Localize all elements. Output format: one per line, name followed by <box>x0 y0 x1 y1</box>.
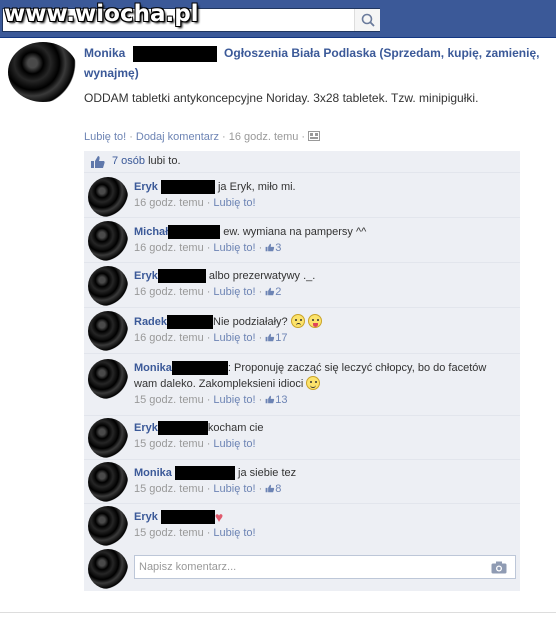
my-avatar <box>88 549 128 589</box>
comment-input[interactable]: Napisz komentarz... <box>134 555 516 579</box>
thumbs-up-icon <box>265 287 275 296</box>
commenter-avatar[interactable] <box>88 221 128 261</box>
comment-item: Eryk kocham cie 15 godz. temu · Lubię to! <box>84 416 520 460</box>
comment-text: ja siebie tez <box>238 467 297 479</box>
thumbs-up-icon <box>265 243 275 252</box>
post-text: ODDAM tabletki antykoncepcyjne Noriday. … <box>84 91 479 105</box>
commenter-avatar[interactable] <box>88 462 128 502</box>
post-actions: Lubię to! · Dodaj komentarz · 16 godz. temu · <box>84 131 321 143</box>
thumbs-up-icon <box>265 484 275 493</box>
comment-like-link[interactable]: Lubię to! <box>213 332 255 344</box>
comment-timestamp[interactable]: 15 godz. temu <box>134 394 204 406</box>
camera-icon[interactable] <box>491 561 507 574</box>
comment-text: Nie podziałały? <box>213 316 288 328</box>
commenter-avatar[interactable] <box>88 177 128 217</box>
search-icon <box>361 13 375 27</box>
comment-item: Radek Nie podziałały? 16 godz. temu · Lubię… <box>84 308 520 354</box>
comment-timestamp[interactable]: 16 godz. temu <box>134 332 204 344</box>
redaction-bar <box>168 225 221 240</box>
tongue-emoji-icon <box>307 314 322 328</box>
comment-item: Michał ew. wymiana na pampersy ^^ 16 god… <box>84 218 520 263</box>
comment-like-link[interactable]: Lubię to! <box>213 527 255 539</box>
likes-suffix: lubi to. <box>148 155 181 167</box>
comment-item: Eryk albo prezerwatywy ._. 16 godz. temu… <box>84 263 520 308</box>
comment-timestamp[interactable]: 16 godz. temu <box>134 197 204 209</box>
post-author-name[interactable]: Monika <box>84 46 125 60</box>
comment-input-placeholder: Napisz komentarz... <box>139 561 237 573</box>
comment-like-count[interactable]: 8 <box>275 483 281 495</box>
redaction-bar <box>171 361 228 376</box>
commenter-name[interactable]: Monika <box>134 362 172 374</box>
comment-item: Eryk ♥ 15 godz. temu · Lubię to! <box>84 504 520 550</box>
comment-text: ja Eryk, miło mi. <box>217 181 296 193</box>
comment-text: kocham cie <box>207 422 264 434</box>
commenter-avatar[interactable] <box>88 359 128 399</box>
redaction-bar <box>167 315 214 330</box>
comment-like-link[interactable]: Lubię to! <box>213 242 255 254</box>
post-header: Monika Ogłoszenia Biała Podlaska (Sprzed… <box>84 43 544 83</box>
comment-item: Monika ja siebie tez 15 godz. temu · Lubię… <box>84 460 520 504</box>
post-comment-link[interactable]: Dodaj komentarz <box>136 131 219 143</box>
commenter-name[interactable]: Eryk <box>134 422 158 434</box>
audience-icon[interactable] <box>308 131 321 141</box>
comment-text: ew. wymiana na pampersy ^^ <box>223 226 367 238</box>
commenter-avatar[interactable] <box>88 311 128 351</box>
commenter-name[interactable]: Eryk <box>134 270 158 282</box>
comment-like-count[interactable]: 17 <box>275 332 287 344</box>
comments-panel: 7 osób lubi to. Eryk ja Eryk, miło mi. 1… <box>84 151 520 591</box>
commenter-name[interactable]: Eryk <box>134 181 158 193</box>
redaction-bar <box>132 45 217 62</box>
comment-item: Eryk ja Eryk, miło mi. 16 godz. temu · Lub… <box>84 174 520 218</box>
post-timestamp[interactable]: 16 godz. temu <box>229 131 299 143</box>
divider <box>0 612 556 613</box>
comment-timestamp[interactable]: 16 godz. temu <box>134 242 204 254</box>
post-like-link[interactable]: Lubię to! <box>84 131 126 143</box>
frown-emoji-icon <box>290 314 305 328</box>
heart-icon: ♥ <box>214 509 224 525</box>
comment-text: albo prezerwatywy ._. <box>208 270 316 282</box>
post-author-avatar[interactable] <box>8 42 78 102</box>
thumbs-up-icon <box>265 395 275 404</box>
comment-like-link[interactable]: Lubię to! <box>213 483 255 495</box>
comment-like-link[interactable]: Lubię to! <box>213 438 255 450</box>
thumbs-up-icon <box>91 156 105 168</box>
comment-timestamp[interactable]: 15 godz. temu <box>134 483 204 495</box>
redaction-bar <box>157 269 206 284</box>
commenter-avatar[interactable] <box>88 506 128 546</box>
comment-timestamp[interactable]: 15 godz. temu <box>134 527 204 539</box>
comment-like-count[interactable]: 2 <box>275 286 281 298</box>
redaction-bar <box>160 180 215 195</box>
smile-emoji-icon <box>306 376 321 390</box>
watermark: www.wiocha.pl <box>4 1 199 27</box>
comment-like-link[interactable]: Lubię to! <box>213 197 255 209</box>
comment-timestamp[interactable]: 15 godz. temu <box>134 438 204 450</box>
thumbs-up-icon <box>265 333 275 342</box>
comment-like-count[interactable]: 13 <box>275 394 287 406</box>
likes-count-link[interactable]: 7 osób <box>112 155 145 167</box>
commenter-name[interactable]: Monika <box>134 467 172 479</box>
redaction-bar <box>160 510 215 525</box>
comment-like-link[interactable]: Lubię to! <box>213 394 255 406</box>
comment-like-count[interactable]: 3 <box>275 242 281 254</box>
search-button[interactable] <box>354 9 380 31</box>
commenter-avatar[interactable] <box>88 418 128 458</box>
commenter-name[interactable]: Radek <box>134 316 167 328</box>
redaction-bar <box>157 421 208 436</box>
comment-item: Monika: Proponuję zacząć się leczyć chło… <box>84 354 520 416</box>
commenter-name[interactable]: Michał <box>134 226 168 238</box>
comment-timestamp[interactable]: 16 godz. temu <box>134 286 204 298</box>
commenter-avatar[interactable] <box>88 266 128 306</box>
commenter-name[interactable]: Eryk <box>134 511 158 523</box>
comment-like-link[interactable]: Lubię to! <box>213 286 255 298</box>
redaction-bar <box>174 466 235 481</box>
likes-summary: 7 osób lubi to. <box>84 151 520 173</box>
